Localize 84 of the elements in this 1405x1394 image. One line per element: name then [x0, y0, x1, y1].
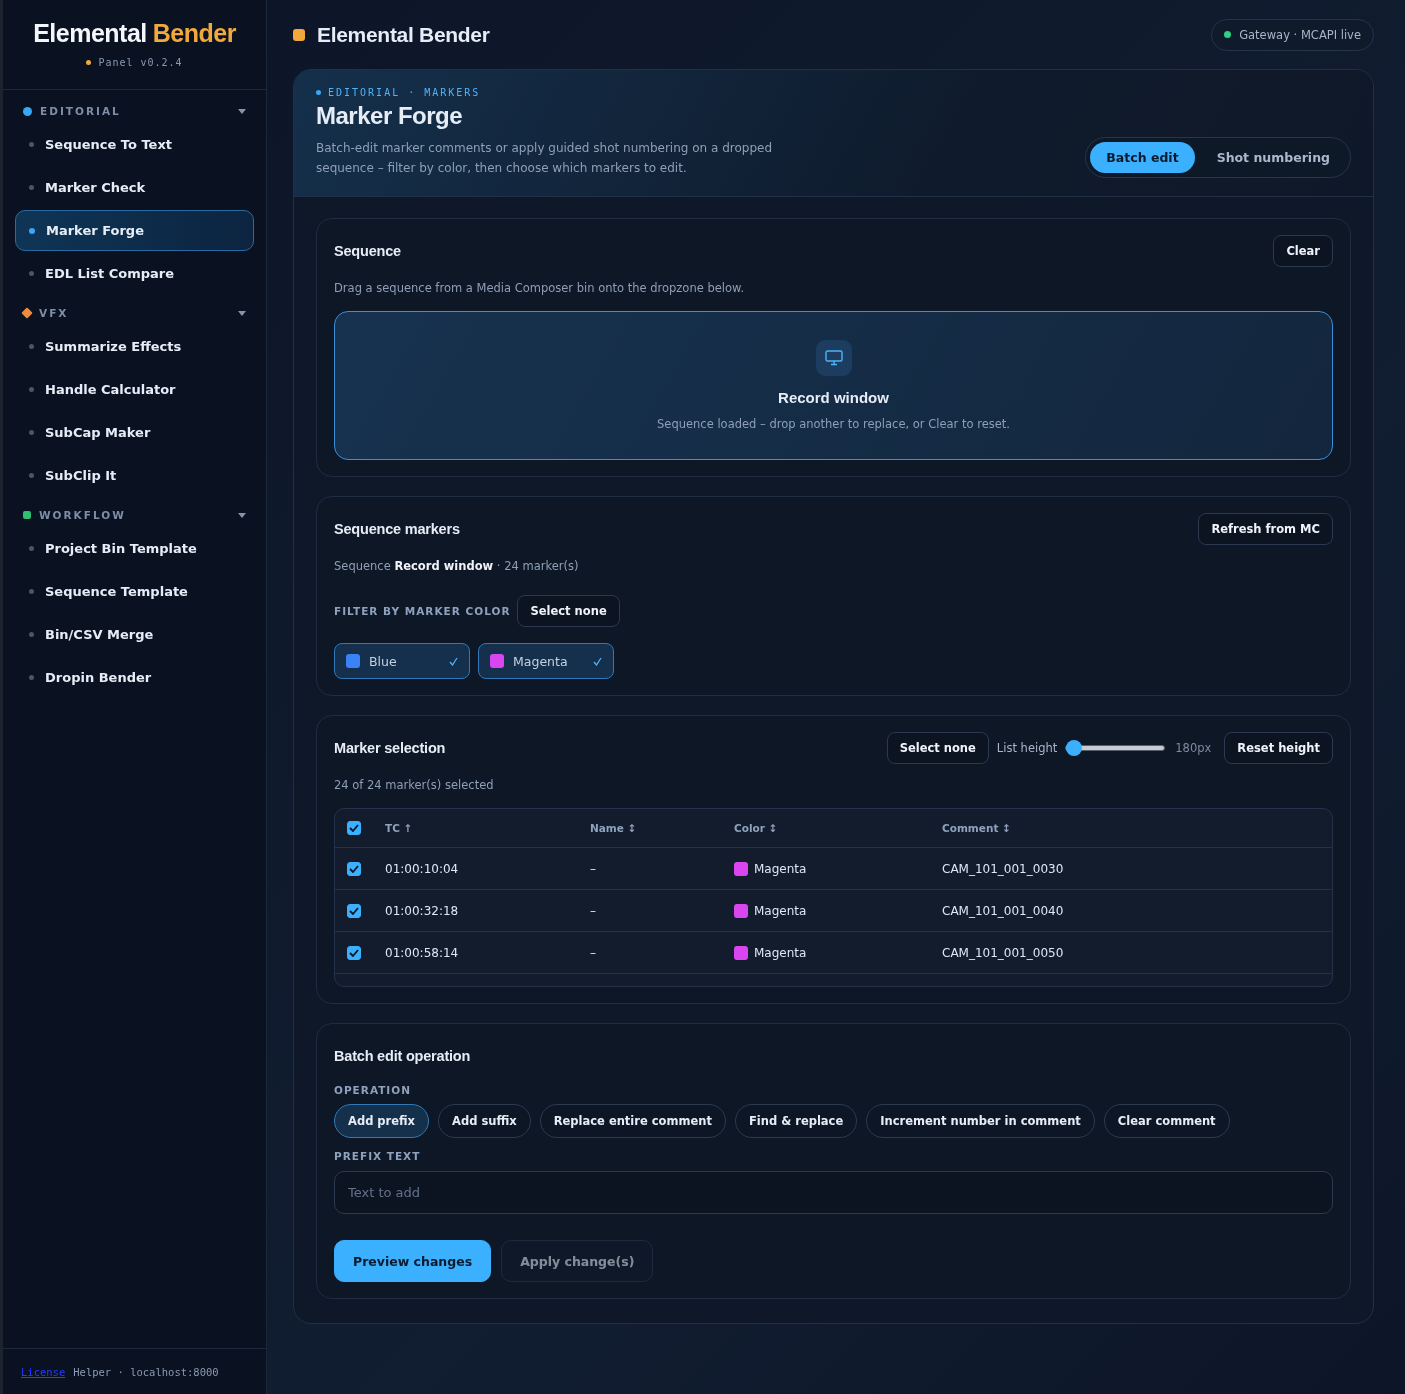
- table-cell-text: 01:00:32:18: [385, 903, 460, 918]
- sidebar-item[interactable]: SubClip It: [15, 455, 254, 496]
- refresh-button[interactable]: Refresh from MC: [1198, 513, 1333, 545]
- operation-option[interactable]: Replace entire comment: [539, 1104, 726, 1138]
- slider-thumb[interactable]: [1066, 740, 1083, 756]
- section-title: Marker selection: [334, 740, 446, 756]
- caret-icon[interactable]: [238, 108, 246, 114]
- sidebar-item[interactable]: Summarize Effects: [15, 326, 254, 367]
- checkbox[interactable]: [347, 903, 361, 918]
- table-cell-text: –: [590, 903, 597, 918]
- sidebar-item[interactable]: Marker Forge: [15, 210, 254, 251]
- caret-icon[interactable]: [238, 310, 246, 316]
- section-title: Sequence: [334, 243, 401, 259]
- operation-option[interactable]: Clear comment: [1103, 1104, 1230, 1138]
- slider-reading: 180px: [1175, 741, 1212, 755]
- brand-name-accent: Bender: [152, 19, 236, 48]
- selection-summary: 24 of 24 marker(s) selected: [334, 778, 495, 792]
- operation-option[interactable]: Increment number in comment: [866, 1104, 1095, 1138]
- color-filter-chip[interactable]: Blue: [334, 643, 470, 679]
- logo-square-icon: [293, 28, 305, 41]
- version-dot: [86, 60, 92, 65]
- sidebar-item[interactable]: Sequence Template: [15, 571, 254, 612]
- prefix-input-field[interactable]: Text to add: [334, 1171, 1333, 1214]
- reset-height-button[interactable]: Reset height: [1224, 732, 1333, 764]
- footer-text: Helper · localhost:8000: [73, 1365, 219, 1378]
- filter-label: FILTER BY MARKER COLOR: [334, 605, 511, 617]
- operation-option[interactable]: Find & replace: [734, 1104, 858, 1138]
- table-cell-text: CAM_101_001_0040: [942, 903, 1065, 918]
- sidebar-item[interactable]: Project Bin Template: [15, 528, 254, 569]
- preview-button[interactable]: Preview changes: [334, 1240, 492, 1282]
- section-title: Sequence markers: [334, 521, 460, 537]
- dropzone-subtitle: Sequence loaded – drop another to replace, or Clear to reset.: [657, 417, 1010, 431]
- column-header[interactable]: Color ↕: [734, 822, 942, 834]
- operation-label: OPERATION: [334, 1084, 412, 1096]
- sidebar-item[interactable]: Dropin Bender: [15, 657, 254, 698]
- caret-icon[interactable]: [238, 512, 246, 518]
- group-label[interactable]: VFX: [39, 307, 238, 319]
- table-cell: Magenta: [754, 861, 807, 876]
- mode-tab[interactable]: Shot numbering: [1200, 142, 1346, 173]
- operation-option[interactable]: Add prefix: [334, 1104, 429, 1138]
- select-none-button[interactable]: Select none: [517, 595, 620, 627]
- table-cell-text: 01:00:58:14: [385, 945, 460, 960]
- checkbox[interactable]: [347, 945, 361, 960]
- table-cell-text: –: [590, 945, 597, 960]
- dropzone-title: Record window: [778, 389, 889, 406]
- table-cell-text: 01:00:10:04: [385, 861, 460, 876]
- version-text: Panel v0.2.4: [98, 57, 183, 68]
- table-cell-text: CAM_101_001_0050: [942, 945, 1065, 960]
- brand-name: Elemental: [33, 19, 147, 48]
- breadcrumb-dot: [316, 90, 321, 95]
- table-cell: Magenta: [754, 903, 807, 918]
- sequence-summary: Sequence Record window · 24 marker(s): [334, 559, 580, 573]
- group-label[interactable]: WORKFLOW: [39, 509, 238, 521]
- page-title: Marker Forge: [316, 102, 464, 130]
- sidebar-item[interactable]: EDL List Compare: [15, 253, 254, 294]
- dropzone[interactable]: Record window Sequence loaded – drop another to replace, or Clear to reset.: [334, 311, 1333, 460]
- sidebar-item[interactable]: SubCap Maker: [15, 412, 254, 453]
- monitor-icon: [815, 340, 852, 376]
- page-description: Batch-edit marker comments or apply guided shot numbering on a dropped sequence – filter by color, then choose which markers to edit.: [316, 140, 774, 177]
- column-header[interactable]: TC ↑: [385, 822, 590, 834]
- table-cell-text: CAM_101_001_0030: [942, 861, 1065, 876]
- color-filter-chip[interactable]: Magenta: [478, 643, 614, 679]
- select-none-button[interactable]: Select none: [886, 732, 989, 764]
- sidebar-item[interactable]: Bin/CSV Merge: [15, 614, 254, 655]
- table-cell: Magenta: [754, 945, 807, 960]
- gateway-status: Gateway · MCAPI live: [1211, 18, 1374, 51]
- checkbox[interactable]: [347, 821, 361, 835]
- column-header[interactable]: Comment ↕: [942, 822, 1332, 834]
- breadcrumb: EDITORIAL · MARKERS: [328, 87, 481, 98]
- operation-option[interactable]: Add suffix: [438, 1104, 531, 1138]
- mode-tab[interactable]: Batch edit: [1090, 142, 1195, 173]
- clear-button[interactable]: Clear: [1273, 235, 1333, 267]
- hint-text: Drag a sequence from a Media Composer bin onto the dropzone below.: [334, 281, 746, 295]
- sidebar-item[interactable]: Handle Calculator: [15, 369, 254, 410]
- app-title: Elemental Bender: [317, 22, 491, 47]
- section-title: Batch edit operation: [334, 1048, 471, 1064]
- sidebar-item[interactable]: Sequence To Text: [15, 124, 254, 165]
- column-header[interactable]: Name ↕: [590, 822, 734, 834]
- slider-label: List height: [996, 741, 1058, 755]
- field-label: PREFIX TEXT: [334, 1150, 422, 1162]
- checkbox[interactable]: [347, 861, 361, 876]
- sidebar-item[interactable]: Marker Check: [15, 167, 254, 208]
- table-cell-text: –: [590, 861, 597, 876]
- group-label[interactable]: EDITORIAL: [40, 105, 238, 117]
